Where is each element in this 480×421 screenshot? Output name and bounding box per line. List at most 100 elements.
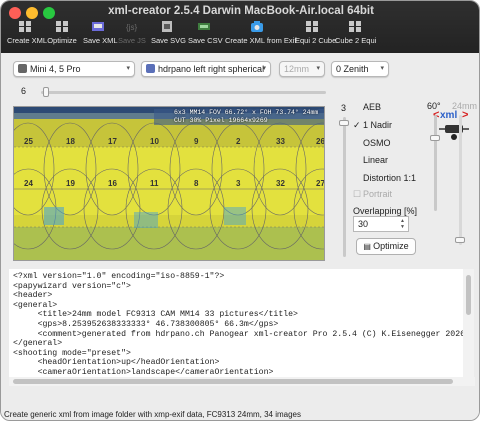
checkmark-icon: ✓	[353, 120, 361, 130]
distortion-label: Distortion 1:1	[363, 173, 417, 183]
camera-select[interactable]: Mini 4, 5 Pro ▾	[13, 61, 135, 77]
image-number: 19	[66, 179, 75, 188]
angle-slider[interactable]	[434, 115, 437, 211]
osmo-checkbox[interactable]: OSMO	[353, 138, 391, 148]
linear-label: Linear	[363, 155, 389, 165]
rows-slider-thumb[interactable]	[339, 120, 349, 126]
angle-slider-thumb[interactable]	[430, 135, 440, 141]
equi-grid-icon	[349, 21, 361, 32]
optimize-toolbar-label: Optimize	[47, 36, 77, 45]
image-number: 17	[108, 137, 117, 146]
vertical-value: 3	[341, 103, 347, 113]
cube-2-equi-button[interactable]: Cube 2 Equi	[335, 20, 377, 50]
xml-line: <cameraOrientation>landscape</cameraOrie…	[13, 367, 274, 377]
drone-icon	[18, 64, 27, 73]
save-xml-icon	[92, 22, 104, 31]
image-number: 33	[276, 137, 285, 146]
focal-select-value: 12mm	[284, 64, 310, 74]
angle-label: 60°	[427, 101, 441, 111]
svg-text:xml: xml	[440, 110, 457, 121]
optimize-button[interactable]: ▤ Optimize	[356, 238, 416, 255]
xml-line: <headOrientation>up</headOrientation>	[13, 358, 220, 368]
nadir-label: 1 Nadir	[363, 120, 393, 130]
xml-line: <gps>8.253952638333333° 46.738300805° 66…	[13, 319, 279, 329]
portrait-label: Portrait	[363, 189, 393, 199]
nadir-checkbox[interactable]: ✓ 1 Nadir	[353, 120, 392, 131]
horizontal-slider-thumb[interactable]	[43, 87, 49, 97]
xml-line: <papywizard version="c">	[13, 281, 131, 291]
image-number: 11	[150, 179, 159, 188]
svg-text:{js}: {js}	[126, 23, 137, 32]
rows-slider[interactable]	[343, 117, 346, 257]
image-number: 27	[316, 179, 325, 188]
image-number: 32	[276, 179, 285, 188]
save-svg-button[interactable]: Save SVG	[151, 20, 187, 50]
xml-line: <general>	[13, 300, 58, 310]
image-number: 2	[236, 137, 241, 146]
overlap-stepper[interactable]: 30 ▲ ▼	[353, 216, 409, 232]
xml-horizontal-scrollbar[interactable]	[9, 377, 475, 386]
xml-line: </general>	[13, 339, 63, 349]
camera-icon	[251, 21, 263, 32]
projection-icon	[146, 64, 155, 73]
aeb-checkbox[interactable]: AEB	[353, 102, 381, 112]
image-number: 26	[316, 137, 325, 146]
overlap-label: Overlapping [%]	[353, 206, 418, 216]
xml-vertical-scrollbar[interactable]	[463, 269, 474, 377]
zenith-select[interactable]: 0 Zenith ▾	[331, 61, 389, 77]
create-xml-label: Create XML	[7, 36, 48, 45]
image-number: 3	[236, 179, 241, 188]
image-number: 16	[108, 179, 117, 188]
preview-hud: 6x3 MM14 FOV 66.72° x FOH 73.74° 24mm CU…	[174, 109, 318, 124]
chevron-down-icon: ▾	[126, 65, 130, 72]
image-number: 9	[194, 137, 199, 146]
save-svg-label: Save SVG	[151, 36, 187, 45]
equi-2-cube-label: Equi 2 Cube	[295, 36, 337, 45]
equi-2-cube-button[interactable]: Equi 2 Cube	[295, 20, 336, 50]
preview-hud-line-2: CUT 30% Pixel 19664x9269	[174, 116, 268, 124]
save-js-label: Save JS	[118, 36, 146, 45]
grid-icon	[19, 21, 31, 32]
zenith-select-value: 0 Zenith	[336, 64, 369, 74]
xml-horizontal-scroll-thumb[interactable]	[13, 379, 453, 384]
distortion-checkbox[interactable]: Distortion 1:1	[353, 173, 416, 183]
window-title: xml-creator 2.5.4 Darwin MacBook-Air.loc…	[108, 5, 374, 17]
image-number: 18	[66, 137, 75, 146]
horizontal-slider[interactable]	[41, 91, 326, 94]
chevron-down-icon: ▾	[316, 65, 320, 72]
xml-line: <comment>generated from hdrpano.ch Panog…	[13, 329, 463, 339]
create-xml-from-exif-button[interactable]: Create XML from Exif	[225, 20, 296, 50]
linear-checkbox[interactable]: Linear	[353, 155, 388, 165]
camera-select-value: Mini 4, 5 Pro	[30, 64, 81, 74]
optimize-button-label: Optimize	[373, 241, 409, 251]
save-xml-button[interactable]: Save XML	[83, 20, 118, 50]
chevron-down-icon: ▾	[380, 65, 384, 72]
cube-2-equi-label: Cube 2 Equi	[335, 36, 377, 45]
focal-select[interactable]: 12mm ▾	[279, 61, 325, 77]
xml-line: <?xml version="1.0" encoding="iso-8859-1…	[13, 272, 225, 281]
grid-optimize-icon	[56, 21, 68, 32]
save-csv-label: Save CSV	[188, 36, 223, 45]
save-js-button[interactable]: {js} Save JS	[118, 20, 146, 50]
chevron-down-icon: ▾	[262, 65, 266, 72]
app-window: xml-creator 2.5.4 Darwin MacBook-Air.loc…	[0, 0, 480, 421]
portrait-mark: ☐	[353, 189, 362, 199]
titlebar: xml-creator 2.5.4 Darwin MacBook-Air.loc…	[1, 1, 479, 53]
focal-side-label: 24mm	[452, 101, 478, 111]
save-csv-button[interactable]: Save CSV	[188, 20, 223, 50]
status-bar: Create generic xml from image folder wit…	[1, 410, 479, 420]
save-xml-label: Save XML	[83, 36, 118, 45]
svg-file-icon	[162, 21, 172, 32]
portrait-checkbox[interactable]: ☐ Portrait	[353, 189, 392, 200]
panorama-preview[interactable]: 6x3 MM14 FOV 66.72° x FOH 73.74° 24mm CU…	[13, 106, 325, 261]
focal-slider-thumb[interactable]	[455, 237, 465, 243]
create-xml-button[interactable]: Create XML	[7, 20, 47, 50]
optimize-toolbar-button[interactable]: Optimize	[47, 20, 77, 50]
aeb-label: AEB	[363, 102, 382, 112]
xml-output[interactable]: <?xml version="1.0" encoding="iso-8859-1…	[9, 269, 463, 377]
projection-select[interactable]: hdrpano left right spherical ▾	[141, 61, 271, 77]
stepper-arrows-icon[interactable]: ▲ ▼	[399, 218, 406, 230]
xml-line: <title>24mm model FC9313 CAM MM14 33 pic…	[13, 310, 298, 320]
xml-vertical-scroll-thumb[interactable]	[466, 275, 471, 315]
focal-slider[interactable]	[459, 115, 462, 245]
